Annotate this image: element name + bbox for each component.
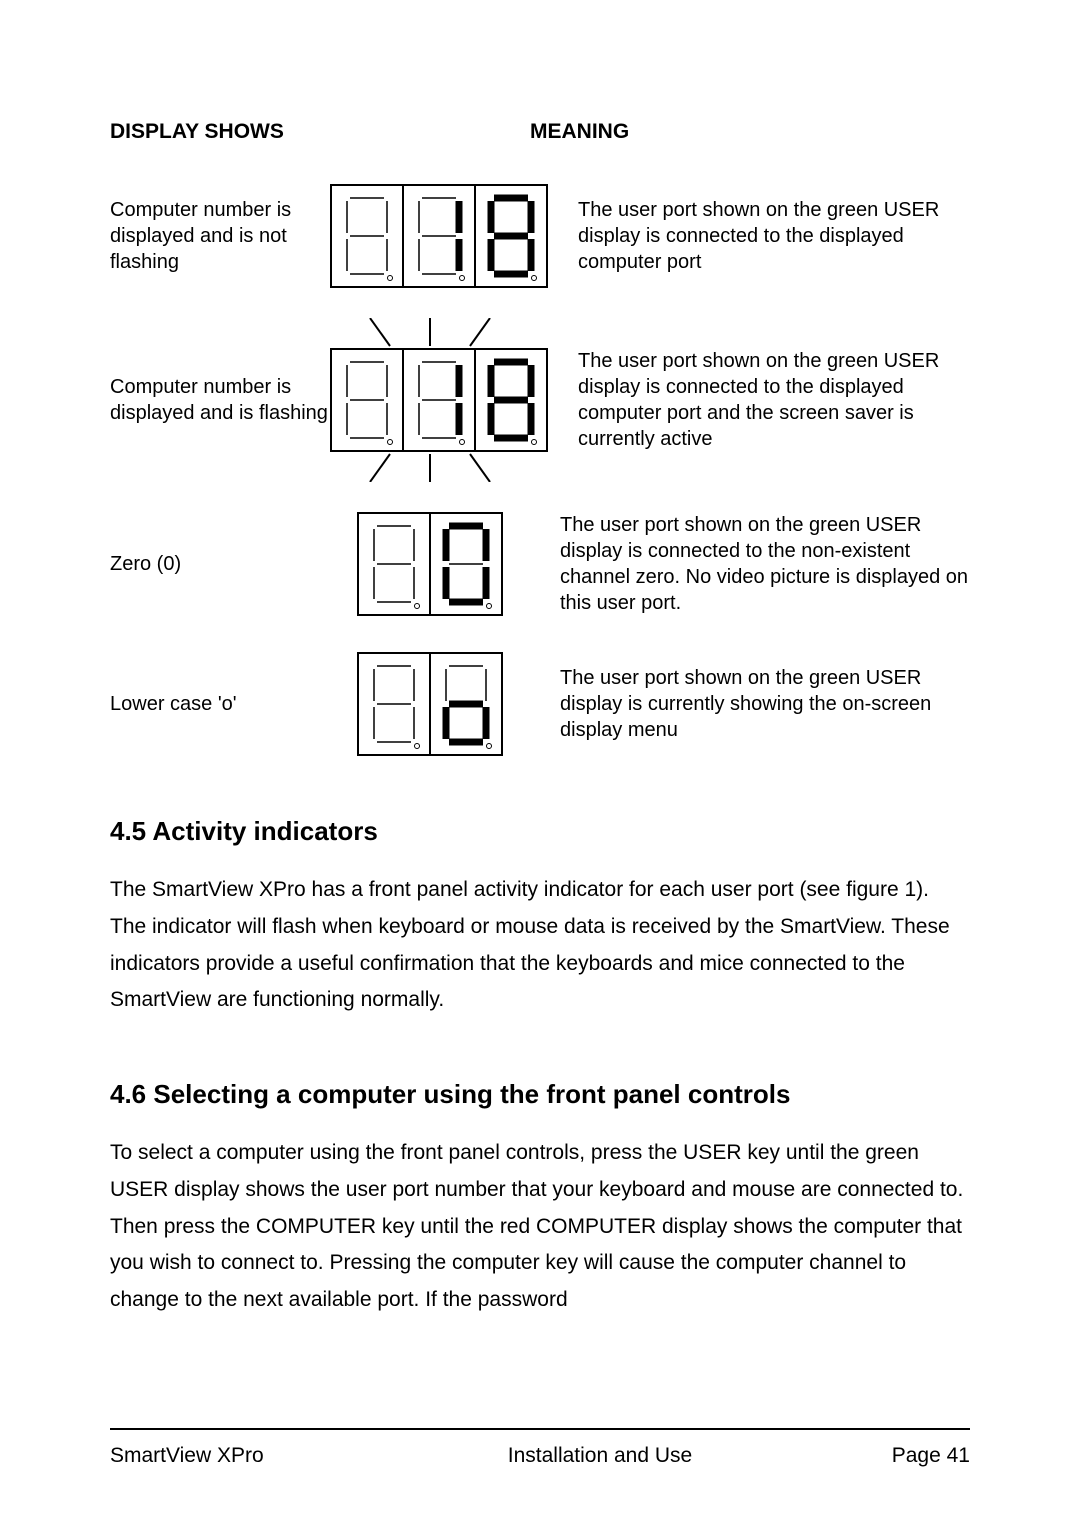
blank-digit-icon	[359, 514, 429, 614]
digit-lower-o	[429, 654, 501, 754]
footer-right: Page 41	[830, 1444, 970, 1468]
section-4.6-body: To select a computer using the front pan…	[110, 1135, 970, 1319]
seven-segment-display-18-flash	[330, 348, 548, 452]
flash-lines-top-icon	[330, 318, 530, 348]
row4-meaning: The user port shown on the green USER di…	[530, 665, 970, 743]
row1-meaning: The user port shown on the green USER di…	[548, 197, 970, 275]
seven-segment-display-18	[330, 184, 548, 288]
row4-label: Lower case 'o'	[110, 691, 330, 717]
blank-digit-icon	[332, 350, 402, 450]
page-footer: SmartView XPro Installation and Use Page…	[110, 1428, 970, 1468]
digit-ghost	[359, 654, 429, 754]
digit-1-icon	[404, 350, 474, 450]
digit-8	[474, 186, 546, 286]
row3-display	[330, 512, 530, 616]
section-4.6-title: 4.6 Selecting a computer using the front…	[110, 1079, 970, 1110]
digit-1	[402, 186, 474, 286]
section-4.5-body: The SmartView XPro has a front panel act…	[110, 872, 970, 1019]
footer-rule	[110, 1428, 970, 1430]
row2-meaning: The user port shown on the green USER di…	[548, 348, 970, 452]
digit-ghost	[332, 350, 402, 450]
flash-lines-bottom-icon	[330, 452, 530, 482]
blank-digit-icon	[332, 186, 402, 286]
row3-meaning: The user port shown on the green USER di…	[530, 512, 970, 616]
footer-left: SmartView XPro	[110, 1444, 370, 1468]
footer-center: Installation and Use	[370, 1444, 830, 1468]
seven-segment-display-0	[357, 512, 503, 616]
digit-0	[429, 514, 501, 614]
blank-digit-icon	[359, 654, 429, 754]
header-meaning: MEANING	[530, 120, 629, 144]
digit-1-icon	[404, 186, 474, 286]
page: DISPLAY SHOWS MEANING Computer number is…	[0, 0, 1080, 1528]
display-row-4: Lower case 'o'	[110, 652, 970, 756]
header-display-shows: DISPLAY SHOWS	[110, 120, 530, 144]
row2-display	[330, 318, 548, 482]
display-row-2: Computer number is displayed and is flas…	[110, 318, 970, 482]
digit-8-icon	[476, 350, 546, 450]
digit-8	[474, 350, 546, 450]
table-header: DISPLAY SHOWS MEANING	[110, 120, 970, 144]
digit-lower-o-icon	[431, 654, 501, 754]
display-row-3: Zero (0)	[110, 512, 970, 616]
section-4.5-title: 4.5 Activity indicators	[110, 816, 970, 847]
row3-label: Zero (0)	[110, 551, 330, 577]
display-row-1: Computer number is displayed and is not …	[110, 184, 970, 288]
row4-display	[330, 652, 530, 756]
row1-label: Computer number is displayed and is not …	[110, 197, 330, 275]
seven-segment-display-o	[357, 652, 503, 756]
digit-8-icon	[476, 186, 546, 286]
flashing-wrapper	[330, 318, 548, 482]
row1-display	[330, 184, 548, 288]
digit-1	[402, 350, 474, 450]
digit-0-icon	[431, 514, 501, 614]
digit-ghost	[332, 186, 402, 286]
digit-ghost	[359, 514, 429, 614]
row2-label: Computer number is displayed and is flas…	[110, 374, 330, 426]
